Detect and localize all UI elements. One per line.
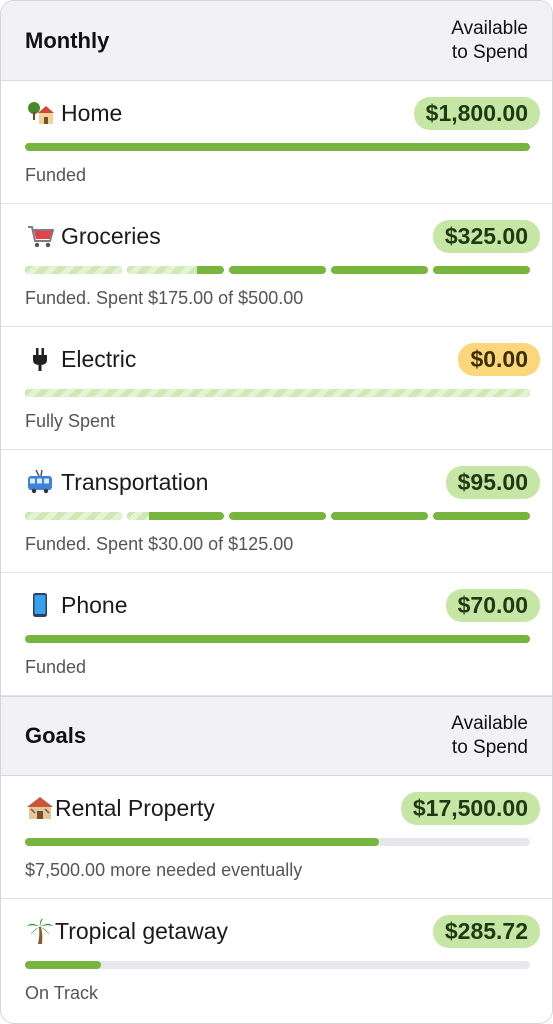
status-text: Funded. Spent $175.00 of $500.00 xyxy=(25,288,304,308)
goal-progress-bar xyxy=(25,838,530,846)
available-amount-pill: $285.72 xyxy=(432,914,540,948)
goal-name: Rental Property xyxy=(55,794,215,821)
segmented-progress-bar xyxy=(25,512,530,520)
available-amount-pill: $70.00 xyxy=(445,588,540,622)
status-text: On Track xyxy=(25,983,99,1003)
goals-section-header: Goals Available to Spend xyxy=(1,696,552,776)
status-text: Fully Spent xyxy=(25,411,116,431)
trolleybus-icon xyxy=(25,467,55,497)
funding-progress-bar xyxy=(25,635,530,643)
available-to-spend-label: Available to Spend xyxy=(451,713,528,758)
status-text: $7,500.00 more needed eventually xyxy=(25,860,303,880)
monthly-section-header: Monthly Available to Spend xyxy=(1,1,552,81)
goal-progress-bar xyxy=(25,961,530,969)
available-amount-pill: $95.00 xyxy=(445,465,540,499)
available-amount-pill: $0.00 xyxy=(458,342,540,376)
available-to-spend-label: Available to Spend xyxy=(451,17,528,63)
category-name: Transportation xyxy=(61,468,209,495)
budget-card: Monthly Available to Spend Home $1,800.0… xyxy=(0,0,553,1024)
monthly-title: Monthly xyxy=(25,27,110,53)
category-row-electric[interactable]: Electric $0.00 Fully Spent xyxy=(1,327,552,450)
goal-name: Tropical getaway xyxy=(55,917,229,944)
category-name: Phone xyxy=(61,591,128,618)
plug-icon xyxy=(25,344,55,374)
available-amount-pill: $17,500.00 xyxy=(400,791,540,825)
goal-row-tropical-getaway[interactable]: Tropical getaway $285.72 On Track xyxy=(1,899,552,1022)
segmented-progress-bar xyxy=(25,266,530,274)
status-text: Funded xyxy=(25,657,87,677)
category-row-groceries[interactable]: Groceries $325.00 Funded. Spent $175.00 … xyxy=(1,204,552,327)
category-row-home[interactable]: Home $1,800.00 Funded xyxy=(1,81,552,204)
available-amount-pill: $325.00 xyxy=(432,219,540,253)
goal-row-rental-property[interactable]: Rental Property $17,500.00 $7,500.00 mor… xyxy=(1,776,552,899)
category-name: Home xyxy=(61,99,123,126)
status-text: Funded xyxy=(25,165,87,185)
goals-title: Goals xyxy=(25,723,87,748)
category-name: Groceries xyxy=(61,222,161,249)
category-row-transportation[interactable]: Transportation $95.00 Funded. Spent $30.… xyxy=(1,450,552,573)
house-icon xyxy=(25,98,55,128)
funding-progress-bar xyxy=(25,389,530,397)
funding-progress-bar xyxy=(25,143,530,151)
category-row-phone[interactable]: Phone $70.00 Funded xyxy=(1,573,552,696)
derelict-house-icon xyxy=(25,793,55,823)
category-name: Electric xyxy=(61,345,137,372)
available-amount-pill: $1,800.00 xyxy=(413,96,540,130)
shopping-cart-icon xyxy=(25,221,55,251)
palm-tree-icon xyxy=(25,916,55,946)
status-text: Funded. Spent $30.00 of $125.00 xyxy=(25,534,294,554)
phone-icon xyxy=(25,590,55,620)
